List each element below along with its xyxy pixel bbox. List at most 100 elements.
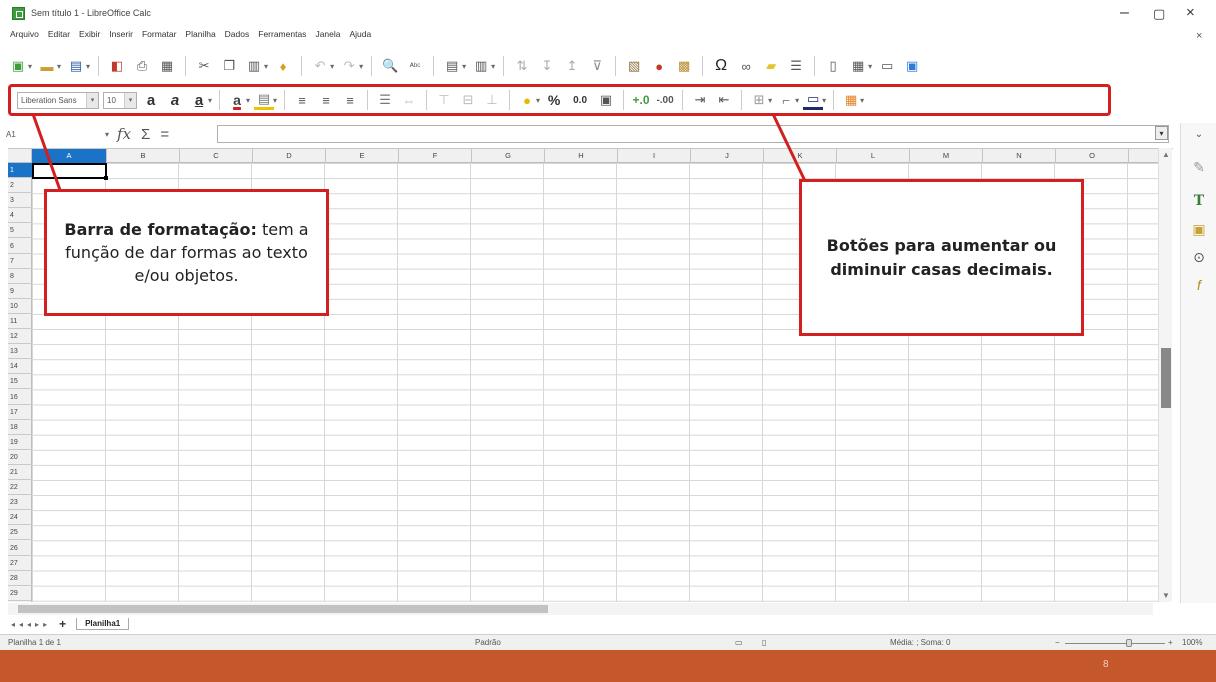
column-header-e[interactable]: E bbox=[326, 149, 399, 163]
row-header[interactable]: 5 bbox=[8, 223, 32, 239]
column-header-c[interactable]: C bbox=[180, 149, 253, 163]
functions-icon[interactable]: f bbox=[1189, 275, 1209, 295]
special-character-icon[interactable]: Ω bbox=[711, 56, 731, 76]
row-header[interactable]: 18 bbox=[8, 420, 32, 435]
column-header-n[interactable]: N bbox=[983, 149, 1056, 163]
add-decimal-place-icon[interactable]: +.0 bbox=[631, 90, 651, 110]
align-bottom-icon[interactable]: ⊥ bbox=[482, 90, 502, 110]
column-header-o[interactable]: O bbox=[1056, 149, 1129, 163]
active-cell-cursor[interactable] bbox=[32, 163, 108, 180]
row-header[interactable]: 11 bbox=[8, 314, 32, 329]
insert-chart-icon[interactable]: ● bbox=[649, 56, 669, 76]
undo-dropdown-icon[interactable]: ▾ bbox=[330, 62, 334, 71]
freeze-dropdown-icon[interactable]: ▾ bbox=[868, 62, 872, 71]
vertical-scrollbar[interactable]: ▲ ▼ bbox=[1158, 148, 1172, 602]
redo-dropdown-icon[interactable]: ▾ bbox=[359, 62, 363, 71]
horizontal-scroll-thumb[interactable] bbox=[18, 605, 548, 613]
column-header-k[interactable]: K bbox=[764, 149, 837, 163]
save-icon[interactable]: ▤ bbox=[66, 56, 86, 76]
export-pdf-icon[interactable]: ◧ bbox=[107, 56, 127, 76]
sum-icon[interactable]: Σ bbox=[141, 126, 150, 143]
column-header-h[interactable]: H bbox=[545, 149, 618, 163]
menu-dados[interactable]: Dados bbox=[225, 29, 250, 45]
horizontal-scrollbar[interactable] bbox=[8, 603, 1153, 615]
borders-dropdown-icon[interactable]: ▾ bbox=[768, 96, 772, 105]
expand-formula-bar-button[interactable]: ▾ bbox=[1155, 126, 1168, 140]
menu-ferramentas[interactable]: Ferramentas bbox=[258, 29, 306, 45]
percent-format-icon[interactable]: % bbox=[544, 90, 564, 110]
column-header-l[interactable]: L bbox=[837, 149, 910, 163]
menu-ajuda[interactable]: Ajuda bbox=[350, 29, 372, 45]
equals-icon[interactable]: = bbox=[160, 126, 169, 143]
maximize-button[interactable]: ▢ bbox=[1153, 6, 1165, 22]
copy-icon[interactable]: ❐ bbox=[219, 56, 239, 76]
document-close-button[interactable]: × bbox=[1196, 30, 1202, 42]
menu-planilha[interactable]: Planilha bbox=[185, 29, 215, 45]
corner-select-all[interactable] bbox=[8, 149, 32, 163]
background-color-dropdown-icon[interactable]: ▾ bbox=[273, 96, 277, 105]
paste-icon[interactable]: ▥ bbox=[244, 56, 264, 76]
align-middle-icon[interactable]: ⊟ bbox=[458, 90, 478, 110]
navigator-icon[interactable]: ⊙ bbox=[1189, 247, 1209, 267]
print-preview-icon[interactable]: ▦ bbox=[157, 56, 177, 76]
border-style-dropdown-icon[interactable]: ▾ bbox=[795, 96, 799, 105]
menu-janela[interactable]: Janela bbox=[315, 29, 340, 45]
find-replace-icon[interactable]: 🔍 bbox=[380, 56, 400, 76]
column-header-b[interactable]: B bbox=[107, 149, 180, 163]
font-size-select[interactable]: 10 ▾ bbox=[103, 91, 137, 109]
freeze-rows-icon[interactable]: ▦ bbox=[848, 56, 868, 76]
row-header[interactable]: 20 bbox=[8, 450, 32, 465]
border-color-icon[interactable]: ▭ bbox=[803, 90, 824, 110]
print-icon[interactable]: ⎙ bbox=[132, 56, 152, 76]
row-header[interactable]: 21 bbox=[8, 465, 32, 480]
underline-icon[interactable]: a bbox=[189, 90, 209, 110]
insert-image-icon[interactable]: ▧ bbox=[624, 56, 644, 76]
row-header[interactable]: 15 bbox=[8, 374, 32, 390]
menu-formatar[interactable]: Formatar bbox=[142, 29, 176, 45]
row-dropdown-icon[interactable]: ▾ bbox=[462, 62, 466, 71]
column-header-f[interactable]: F bbox=[399, 149, 472, 163]
row-header[interactable]: 28 bbox=[8, 571, 32, 586]
number-format-icon[interactable]: 0.0 bbox=[568, 90, 592, 110]
define-print-area-icon[interactable]: ▯ bbox=[823, 56, 843, 76]
row-header[interactable]: 8 bbox=[8, 269, 32, 284]
font-name-select[interactable]: Liberation Sans ▾ bbox=[17, 91, 99, 109]
headers-footers-icon[interactable]: ☰ bbox=[786, 56, 806, 76]
row-header[interactable]: 2 bbox=[8, 178, 32, 194]
row-header[interactable]: 29 bbox=[8, 586, 32, 601]
zoom-slider-knob[interactable] bbox=[1126, 639, 1132, 647]
decrease-indent-icon[interactable]: ⇤ bbox=[714, 90, 734, 110]
close-button[interactable]: × bbox=[1186, 4, 1195, 21]
row-header[interactable]: 1 bbox=[8, 163, 32, 178]
underline-dropdown-icon[interactable]: ▾ bbox=[208, 96, 212, 105]
font-color-icon[interactable]: a bbox=[227, 90, 247, 110]
styles-icon[interactable]: T bbox=[1189, 191, 1209, 211]
sort-icon[interactable]: ⇅ bbox=[512, 56, 532, 76]
formula-input[interactable] bbox=[217, 125, 1169, 143]
chevron-down-icon[interactable]: ▾ bbox=[124, 92, 136, 108]
row-header[interactable]: 10 bbox=[8, 299, 32, 314]
column-header-i[interactable]: I bbox=[618, 149, 691, 163]
menu-editar[interactable]: Editar bbox=[48, 29, 70, 45]
row-header[interactable]: 12 bbox=[8, 329, 32, 345]
column-header-j[interactable]: J bbox=[691, 149, 764, 163]
open-dropdown-icon[interactable]: ▾ bbox=[57, 62, 61, 71]
bold-icon[interactable]: a bbox=[141, 90, 161, 110]
row-header[interactable]: 24 bbox=[8, 510, 32, 526]
align-center-icon[interactable]: ≡ bbox=[316, 90, 336, 110]
row-header[interactable]: 26 bbox=[8, 541, 32, 556]
add-sheet-button[interactable]: + bbox=[59, 617, 66, 631]
name-box[interactable]: A1 bbox=[4, 125, 129, 143]
menu-exibir[interactable]: Exibir bbox=[79, 29, 100, 45]
row-header[interactable]: 7 bbox=[8, 254, 32, 269]
row-header[interactable]: 23 bbox=[8, 495, 32, 511]
menu-arquivo[interactable]: Arquivo bbox=[10, 29, 39, 45]
conditional-format-dropdown-icon[interactable]: ▾ bbox=[860, 96, 864, 105]
currency-format-icon[interactable]: ● bbox=[517, 90, 537, 110]
row-header[interactable]: 4 bbox=[8, 208, 32, 224]
sort-descending-icon[interactable]: ↥ bbox=[562, 56, 582, 76]
column-icon[interactable]: ▥ bbox=[471, 56, 491, 76]
undo-icon[interactable]: ↶ bbox=[310, 56, 330, 76]
properties-icon[interactable]: ✎ bbox=[1189, 157, 1209, 177]
border-color-dropdown-icon[interactable]: ▾ bbox=[822, 96, 826, 105]
